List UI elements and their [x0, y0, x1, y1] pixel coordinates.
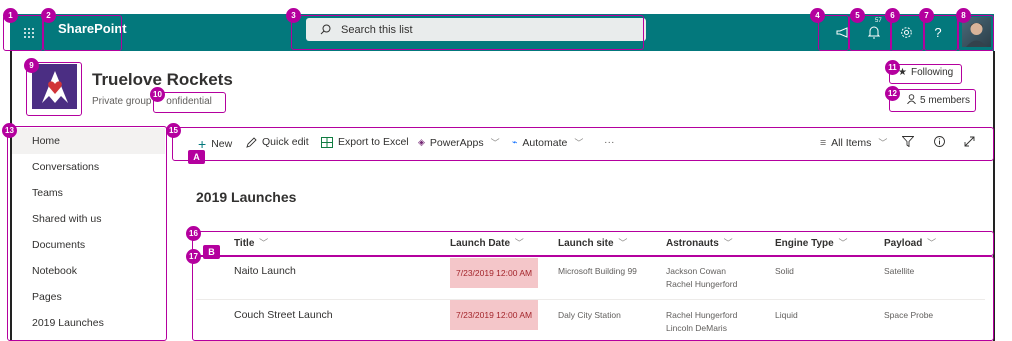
callout-a: A: [188, 150, 205, 164]
nav-item-notebook[interactable]: Notebook: [12, 258, 165, 284]
callout-4: 4: [810, 8, 825, 23]
column-header-engine-type[interactable]: Engine Type ﹀: [775, 236, 848, 249]
new-label: New: [211, 138, 233, 150]
callout-5: 5: [850, 8, 865, 23]
callout-b: B: [203, 245, 220, 259]
search-placeholder: Search this list: [341, 23, 413, 36]
column-header-launch-site[interactable]: Launch site ﹀: [558, 236, 627, 249]
chevron-down-icon: ﹀: [514, 238, 524, 248]
row-launch-date: 7/23/2019 12:00 AM: [450, 258, 539, 288]
chevron-down-icon: ﹀: [838, 238, 848, 248]
row-payload: Satellite: [884, 266, 915, 276]
column-header-astronauts[interactable]: Astronauts ﹀: [666, 236, 733, 249]
chevron-down-icon: ﹀: [927, 238, 937, 248]
nav-item-pages[interactable]: Pages: [12, 284, 165, 310]
callout-12: 12: [885, 86, 900, 101]
automate-label: Automate: [522, 136, 568, 149]
callout-13: 13: [2, 123, 17, 138]
nav-item-teams[interactable]: Teams: [12, 180, 165, 206]
row-launch-date: 7/23/2019 12:00 AM: [450, 300, 539, 330]
callout-1: 1: [3, 8, 18, 23]
flow-icon: ⌁: [512, 137, 518, 147]
person-icon: [907, 94, 916, 107]
chevron-down-icon: ﹀: [723, 238, 733, 248]
callout-8: 8: [956, 8, 971, 23]
callout-7: 7: [919, 8, 934, 23]
nav-item-documents[interactable]: Documents: [12, 232, 165, 258]
row-engine-type: Liquid: [775, 310, 798, 320]
column-header-title[interactable]: Title ﹀: [234, 236, 268, 249]
nav-item-home[interactable]: Home: [12, 128, 165, 154]
row-payload: Space Probe: [884, 310, 934, 320]
powerapps-label: PowerApps: [429, 136, 484, 149]
pencil-icon: [246, 136, 257, 148]
left-navigation: Home Conversations Teams Shared with us …: [12, 128, 165, 341]
row-launch-site: Daly City Station: [558, 310, 621, 320]
callout-16: 16: [186, 226, 201, 241]
nav-item-conversations[interactable]: Conversations: [12, 154, 165, 180]
sharepoint-list-page: SharePoint Search this list 57 ? Truelov…: [0, 0, 1012, 341]
command-bar: + New Quick edit Export to Excel ◈ Power…: [188, 131, 993, 157]
callout-9: 9: [24, 58, 39, 73]
quick-edit-label: Quick edit: [262, 136, 309, 148]
column-header-launch-date[interactable]: Launch Date ﹀: [450, 236, 524, 249]
row-astronaut-1[interactable]: Rachel Hungerford: [666, 309, 737, 322]
view-selector[interactable]: ≡ All Items ﹀: [820, 136, 887, 149]
chevron-down-icon: ﹀: [574, 138, 584, 148]
automate-button[interactable]: ⌁ Automate ﹀: [512, 136, 583, 149]
members-button[interactable]: 5 members: [907, 94, 970, 107]
chevron-down-icon: ﹀: [490, 138, 500, 148]
search-icon: [320, 24, 331, 35]
callout-3: 3: [286, 8, 301, 23]
export-to-excel-button[interactable]: Export to Excel: [321, 136, 409, 148]
callout-15: 15: [166, 123, 181, 138]
more-button[interactable]: ···: [604, 136, 615, 148]
chevron-down-icon: ﹀: [878, 138, 888, 148]
row-launch-site: Microsoft Building 99: [558, 266, 637, 276]
quick-edit-button[interactable]: Quick edit: [246, 136, 309, 148]
info-icon[interactable]: [934, 136, 945, 147]
export-label: Export to Excel: [338, 136, 409, 148]
following-button[interactable]: ★ Following: [898, 67, 953, 78]
site-title[interactable]: Truelove Rockets: [92, 70, 233, 90]
lines-icon: ≡: [820, 136, 827, 149]
view-label: All Items: [831, 136, 872, 149]
members-label: 5 members: [920, 95, 971, 106]
row-astronaut-2[interactable]: Lincoln DeMaris: [666, 322, 727, 335]
callout-10: 10: [150, 87, 165, 102]
chevron-down-icon: ﹀: [259, 238, 269, 248]
row-engine-type: Solid: [775, 266, 794, 276]
site-logo[interactable]: [32, 64, 77, 109]
chevron-down-icon: ﹀: [618, 238, 628, 248]
row-title[interactable]: Naito Launch: [234, 265, 296, 278]
nav-item-2019-launches[interactable]: 2019 Launches: [12, 310, 165, 336]
frame-right: [993, 51, 995, 341]
site-privacy: Private group: [92, 96, 152, 107]
expand-icon[interactable]: [964, 136, 975, 147]
site-classification: onfidential: [166, 96, 212, 107]
callout-17: 17: [186, 249, 201, 264]
notification-count: 57: [875, 18, 882, 24]
row-astronaut-2[interactable]: Rachel Hungerford: [666, 278, 737, 291]
callout-11: 11: [885, 60, 900, 75]
suite-bar: SharePoint Search this list 57 ?: [10, 14, 994, 51]
nav-item-shared-with-us[interactable]: Shared with us: [12, 206, 165, 232]
search-input[interactable]: Search this list: [306, 18, 646, 41]
column-header-payload[interactable]: Payload ﹀: [884, 236, 936, 249]
app-name-link[interactable]: SharePoint: [50, 14, 127, 51]
callout-2: 2: [41, 8, 56, 23]
table-row[interactable]: Naito Launch 7/23/2019 12:00 AM Microsof…: [196, 256, 985, 300]
filter-icon[interactable]: [902, 136, 914, 147]
following-label: Following: [910, 67, 954, 78]
callout-6: 6: [885, 8, 900, 23]
row-title[interactable]: Couch Street Launch: [234, 309, 333, 322]
powerapps-icon: ◈: [418, 137, 425, 147]
excel-icon: [321, 136, 333, 148]
powerapps-button[interactable]: ◈ PowerApps ﹀: [418, 136, 500, 149]
list-title: 2019 Launches: [196, 189, 297, 205]
table-row[interactable]: Couch Street Launch 7/23/2019 12:00 AM D…: [196, 300, 985, 341]
row-astronaut-1[interactable]: Jackson Cowan: [666, 265, 726, 278]
